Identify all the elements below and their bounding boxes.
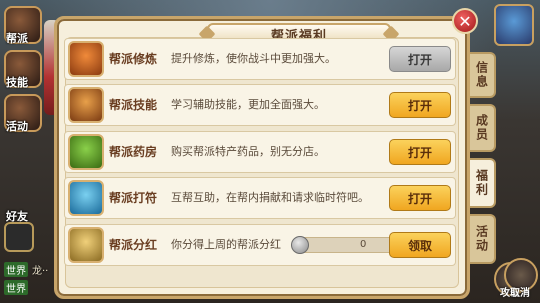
sidebar-label-skill: 技能: [6, 76, 28, 89]
list-item-guild-cultivation: 帮派修炼 提升修炼，使你战斗中更加强大。 打开: [64, 38, 456, 80]
tab-members-label: 成员: [474, 114, 489, 142]
open-button-cultivation[interactable]: 打开: [389, 46, 451, 72]
row-name: 帮派打符: [109, 191, 158, 205]
list-item-guild-talisman: 帮派打符 互帮互助，在帮内捐献和请求临时符吧。 打开: [64, 177, 456, 219]
row-description: 提升修炼，使你战斗中更加强大。: [171, 52, 336, 65]
row-description: 互帮互助，在帮内捐献和请求临时符吧。: [171, 191, 369, 204]
player-avatar[interactable]: [494, 4, 534, 46]
open-button-pharmacy[interactable]: 打开: [389, 139, 451, 165]
chat-bubble-icon[interactable]: [4, 222, 34, 252]
claim-button[interactable]: 领取: [389, 232, 451, 258]
list-item-guild-pharmacy: 帮派药房 购买帮派特产药品，别无分店。 打开: [64, 131, 456, 173]
pharmacy-icon: [68, 134, 104, 170]
dividend-amount: 0: [360, 239, 367, 250]
tab-members[interactable]: 成员: [470, 104, 496, 152]
chat-line: 龙··: [32, 266, 49, 277]
tab-info[interactable]: 信息: [470, 52, 496, 98]
open-button-talisman[interactable]: 打开: [389, 185, 451, 211]
tab-info-label: 信息: [474, 61, 489, 89]
tab-activities-label: 活动: [474, 225, 489, 253]
row-name: 帮派修炼: [109, 52, 158, 66]
row-name: 帮派分红: [109, 238, 158, 252]
tab-activities[interactable]: 活动: [470, 214, 496, 264]
row-name: 帮派药房: [109, 145, 158, 159]
list-item-guild-dividend: 帮派分红 你分得上周的帮派分红 0 领取: [64, 224, 456, 266]
talisman-icon: [68, 180, 104, 216]
close-icon: ✕: [458, 11, 472, 31]
row-description: 你分得上周的帮派分红: [171, 238, 281, 251]
sidebar-label-activity: 活动: [6, 120, 28, 133]
row-name: 帮派技能: [109, 98, 158, 112]
chat-channel-tag-2: 世界: [4, 280, 28, 295]
skills-book-icon: [68, 87, 104, 123]
chat-channel-tag: 世界: [4, 262, 28, 277]
cultivation-icon: [68, 41, 104, 77]
close-button[interactable]: ✕: [452, 8, 478, 34]
row-description: 购买帮派特产药品，别无分店。: [171, 145, 325, 158]
tab-welfare[interactable]: 福利: [470, 158, 496, 208]
cancel-label: 取消: [510, 288, 530, 299]
list-item-guild-skills: 帮派技能 学习辅助技能，更加全面强大。 打开: [64, 84, 456, 126]
silver-coin-icon: [291, 236, 309, 254]
row-description: 学习辅助技能，更加全面强大。: [171, 98, 325, 111]
open-button-skills[interactable]: 打开: [389, 92, 451, 118]
dividend-icon: [68, 227, 104, 263]
sidebar-label-guild: 帮派: [6, 32, 28, 45]
tab-welfare-label: 福利: [474, 169, 489, 197]
